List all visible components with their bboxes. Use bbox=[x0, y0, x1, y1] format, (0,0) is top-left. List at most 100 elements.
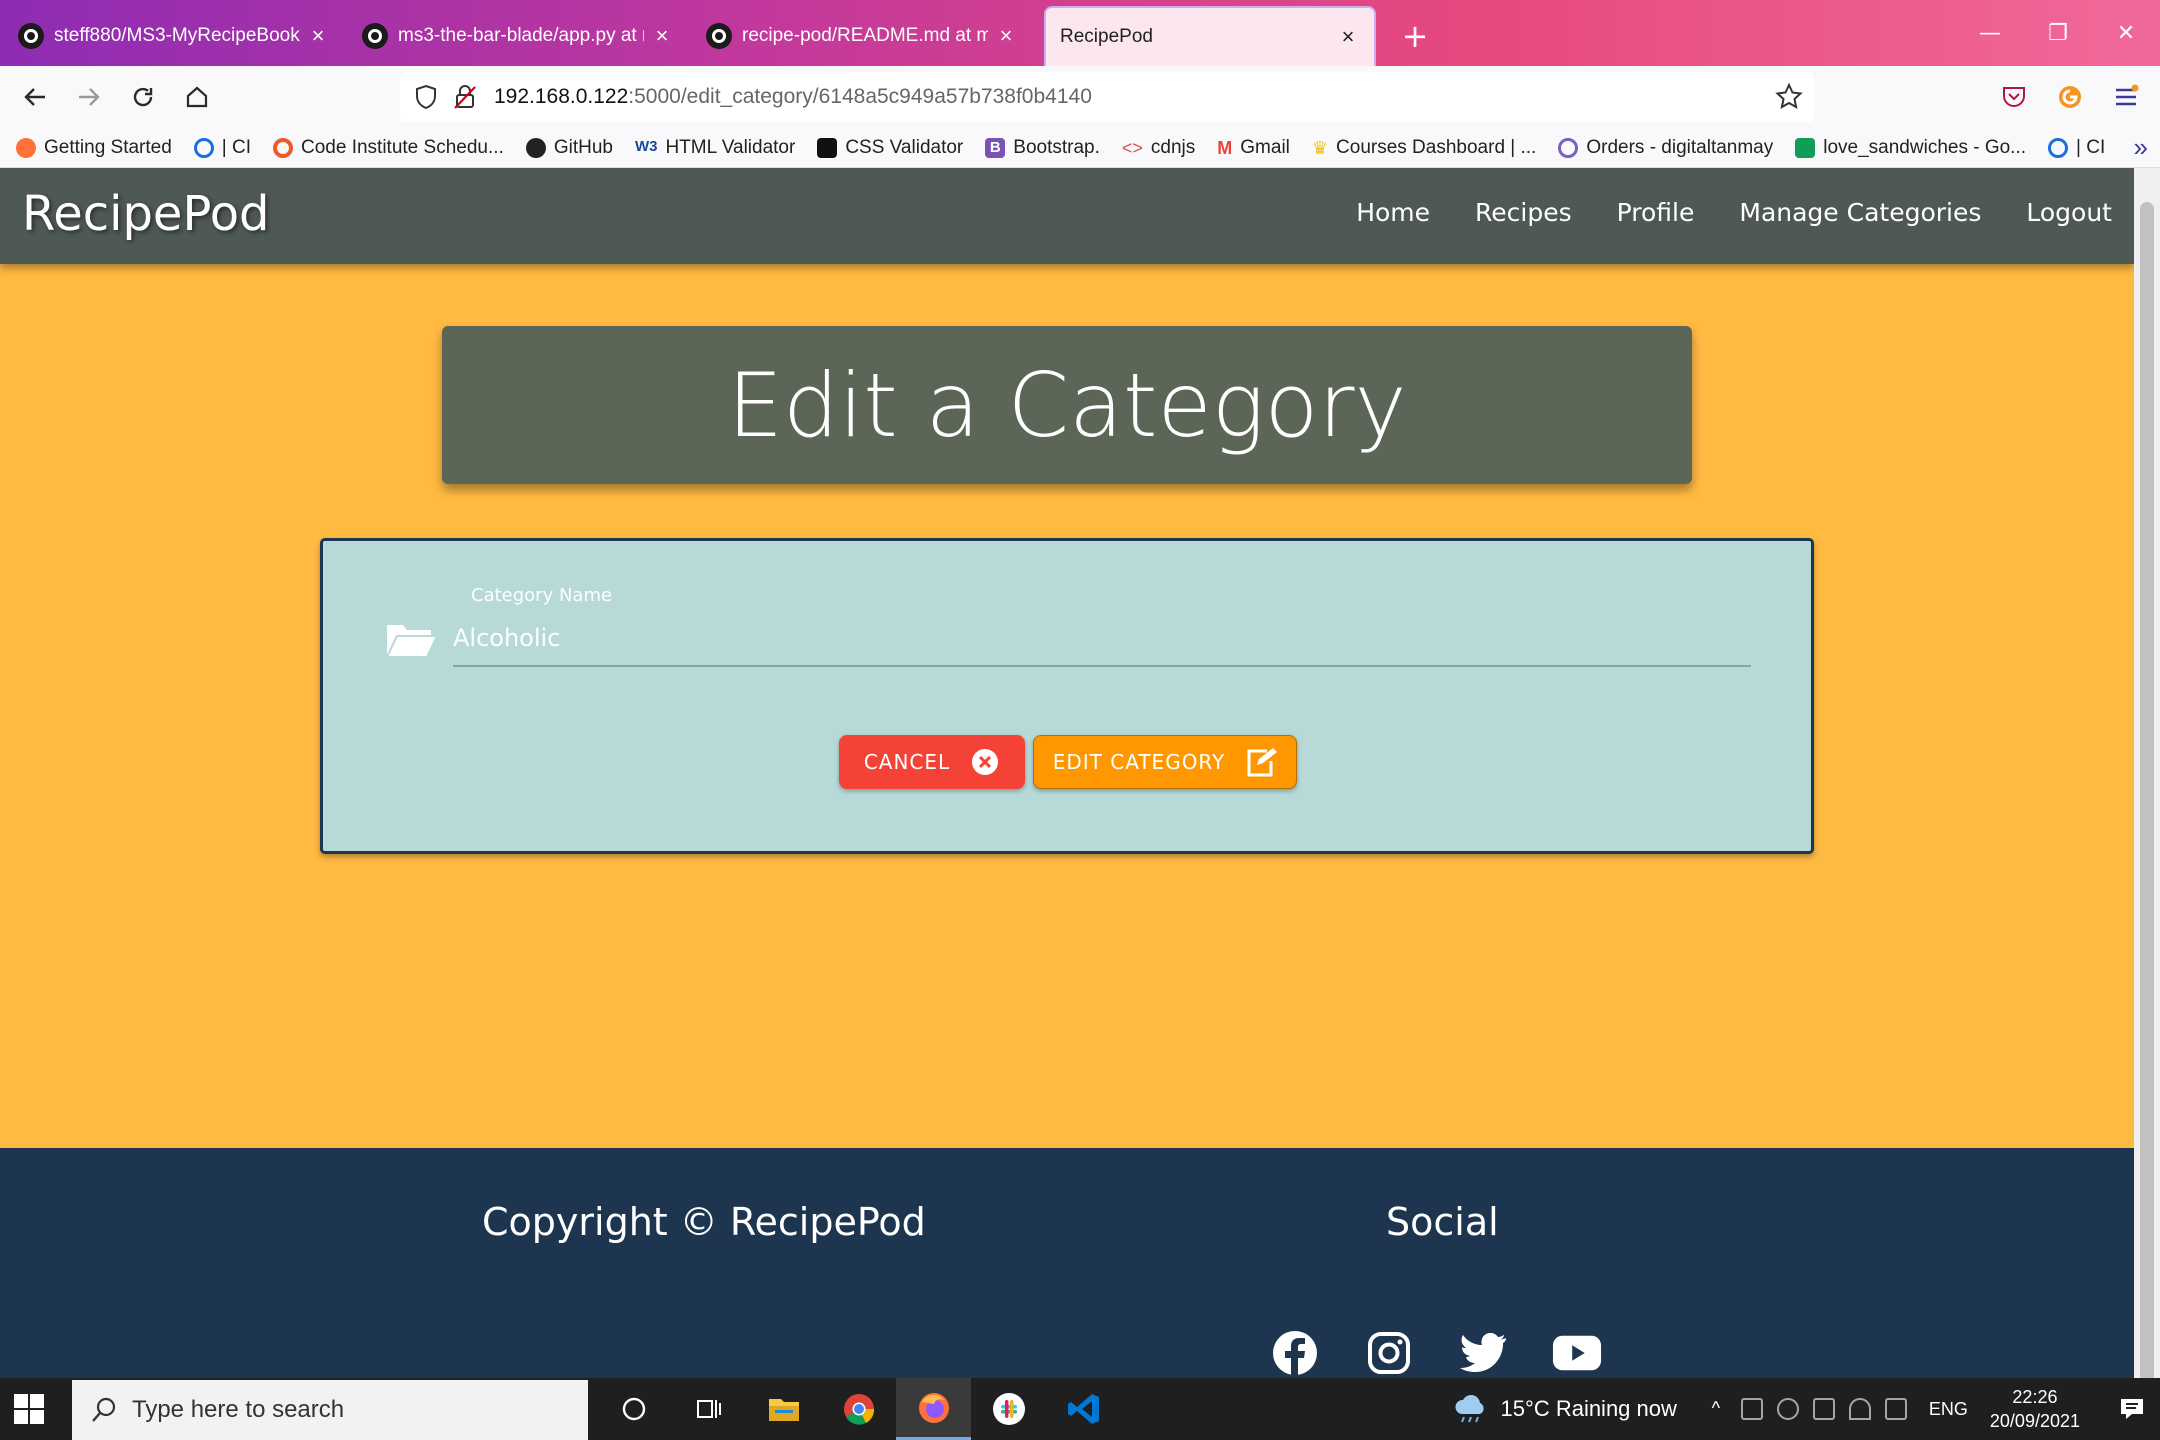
bookmark-label: Orders - digitaltanmay bbox=[1586, 136, 1774, 158]
bookmark-ci[interactable]: | CI bbox=[193, 137, 251, 159]
close-icon[interactable]: × bbox=[994, 23, 1018, 49]
tab-recipepod[interactable]: RecipePod × bbox=[1044, 6, 1376, 66]
nav-logout[interactable]: Logout bbox=[2026, 198, 2112, 227]
more-bookmarks-icon[interactable]: » bbox=[2134, 132, 2148, 163]
cancel-button[interactable]: CANCEL bbox=[839, 735, 1025, 789]
tab-bar-blade[interactable]: ms3-the-bar-blade/app.py at m × bbox=[348, 6, 688, 66]
bookmark-label: HTML Validator bbox=[665, 136, 796, 158]
chrome-icon[interactable] bbox=[821, 1378, 896, 1440]
nav-menu: Home Recipes Profile Manage Categories L… bbox=[1356, 198, 2112, 227]
bookmark-label: GitHub bbox=[553, 136, 613, 158]
bookmark-bootstrap[interactable]: B Bootstrap. bbox=[985, 137, 1100, 159]
code-institute-icon bbox=[273, 137, 294, 158]
bookmark-courses-dashboard[interactable]: ♛ Courses Dashboard | ... bbox=[1312, 137, 1536, 159]
github-icon bbox=[525, 137, 546, 158]
taskbar-search[interactable]: Type here to search bbox=[72, 1380, 588, 1440]
new-tab-button[interactable]: + bbox=[1390, 6, 1440, 66]
nav-manage-categories[interactable]: Manage Categories bbox=[1739, 198, 1981, 227]
bookmark-cdnjs[interactable]: <> cdnjs bbox=[1122, 137, 1195, 159]
wifi-icon[interactable] bbox=[1848, 1398, 1871, 1420]
search-icon bbox=[92, 1397, 116, 1422]
chevron-up-icon[interactable]: ^ bbox=[1705, 1398, 1727, 1420]
extension-icon[interactable] bbox=[2046, 72, 2094, 122]
code-brackets-icon: <> bbox=[1121, 137, 1143, 158]
meet-now-icon[interactable] bbox=[1740, 1398, 1763, 1420]
home-icon[interactable] bbox=[170, 70, 224, 124]
bookmark-getting-started[interactable]: Getting Started bbox=[16, 137, 172, 159]
bookmark-orders-digitaltanmay[interactable]: Orders - digitaltanmay bbox=[1558, 137, 1773, 159]
windows-start-icon[interactable] bbox=[12, 1392, 46, 1426]
volume-icon[interactable] bbox=[1884, 1398, 1907, 1420]
gmail-icon: M bbox=[1217, 137, 1233, 158]
close-icon[interactable]: × bbox=[1336, 24, 1360, 50]
bookmark-gmail[interactable]: M Gmail bbox=[1217, 137, 1290, 159]
nav-home[interactable]: Home bbox=[1356, 198, 1430, 227]
vscode-icon[interactable] bbox=[1046, 1378, 1121, 1440]
page-scrollbar[interactable] bbox=[2134, 168, 2160, 1382]
youtube-icon[interactable] bbox=[1552, 1328, 1602, 1378]
file-explorer-icon[interactable] bbox=[746, 1378, 821, 1440]
back-icon[interactable] bbox=[8, 70, 62, 124]
shield-icon[interactable] bbox=[412, 83, 440, 111]
close-window-icon[interactable]: ✕ bbox=[2092, 0, 2160, 66]
nav-recipes[interactable]: Recipes bbox=[1475, 198, 1572, 227]
edit-icon bbox=[1247, 748, 1278, 777]
bookmark-label: CSS Validator bbox=[845, 136, 964, 158]
weather-widget[interactable]: 15°C Raining now bbox=[1453, 1394, 1677, 1424]
bookmark-label: Courses Dashboard | ... bbox=[1336, 136, 1537, 158]
bookmark-star-icon[interactable] bbox=[1774, 82, 1804, 112]
orders-icon bbox=[1558, 137, 1579, 158]
bookmark-css-validator[interactable]: CSS Validator bbox=[817, 137, 963, 159]
menu-icon[interactable] bbox=[2102, 72, 2150, 122]
reload-icon[interactable] bbox=[116, 70, 170, 124]
edit-category-form: Category Name CANCEL EDIT CATEGORY bbox=[320, 538, 1814, 854]
notifications-icon[interactable] bbox=[2104, 1396, 2160, 1422]
bookmark-html-validator[interactable]: W3 HTML Validator bbox=[635, 137, 795, 159]
close-icon[interactable]: × bbox=[306, 23, 330, 49]
sheets-icon bbox=[1795, 137, 1816, 158]
bookmarks-bar: Getting Started | CI Code Institute Sche… bbox=[0, 128, 2160, 168]
ci-icon bbox=[2048, 137, 2069, 158]
task-view-icon[interactable] bbox=[671, 1378, 746, 1440]
pocket-icon[interactable] bbox=[1990, 72, 2038, 122]
scrollbar-thumb[interactable] bbox=[2140, 202, 2154, 1382]
minimize-icon[interactable]: — bbox=[1956, 0, 2024, 66]
tab-title: RecipePod bbox=[1060, 26, 1153, 47]
restore-icon[interactable]: ❐ bbox=[2024, 0, 2092, 66]
slack-icon[interactable] bbox=[971, 1378, 1046, 1440]
language-indicator[interactable]: ENG bbox=[1929, 1399, 1968, 1420]
instagram-icon[interactable] bbox=[1364, 1328, 1414, 1378]
bookmark-github[interactable]: GitHub bbox=[525, 136, 613, 159]
bookmark-love-sandwiches[interactable]: love_sandwiches - Go... bbox=[1795, 137, 2026, 159]
forward-icon[interactable] bbox=[62, 70, 116, 124]
bookmark-ci-2[interactable]: | CI bbox=[2048, 137, 2105, 159]
battery-icon[interactable] bbox=[1812, 1398, 1835, 1420]
folder-open-icon bbox=[385, 625, 439, 658]
clock-time: 22:26 bbox=[2012, 1387, 2058, 1407]
cancel-button-label: CANCEL bbox=[863, 750, 951, 774]
bootstrap-icon: B bbox=[985, 137, 1006, 158]
tab-myrecipebook[interactable]: steff880/MS3-MyRecipeBook × bbox=[4, 6, 344, 66]
tab-recipe-pod-readme[interactable]: recipe-pod/README.md at mai × bbox=[692, 6, 1032, 66]
system-tray: 15°C Raining now ^ ENG 22:26 20/09/2021 bbox=[1453, 1378, 2160, 1440]
onedrive-icon[interactable] bbox=[1776, 1398, 1799, 1420]
category-name-input[interactable] bbox=[453, 611, 1751, 667]
social-links bbox=[1270, 1328, 1602, 1378]
edit-category-button[interactable]: EDIT CATEGORY bbox=[1033, 735, 1297, 789]
url-path: :5000/edit_category/6148a5c949a57b738f0b… bbox=[628, 85, 1092, 108]
brand-logo[interactable]: RecipePod bbox=[22, 186, 270, 242]
facebook-icon[interactable] bbox=[1270, 1328, 1320, 1378]
bookmark-label: Code Institute Schedu... bbox=[301, 136, 504, 158]
cortana-icon[interactable] bbox=[596, 1378, 671, 1440]
insecure-lock-icon[interactable] bbox=[452, 83, 478, 111]
browser-toolbar: 192.168.0.122:5000/edit_category/6148a5c… bbox=[0, 66, 2160, 128]
twitter-icon[interactable] bbox=[1458, 1328, 1508, 1378]
taskbar-apps bbox=[596, 1378, 1121, 1440]
address-bar[interactable]: 192.168.0.122:5000/edit_category/6148a5c… bbox=[400, 72, 1814, 122]
nav-profile[interactable]: Profile bbox=[1617, 198, 1695, 227]
close-icon[interactable]: × bbox=[650, 23, 674, 49]
firefox-icon[interactable] bbox=[896, 1378, 971, 1440]
bookmark-code-institute-schedule[interactable]: Code Institute Schedu... bbox=[273, 137, 504, 159]
page-heading-box: Edit a Category bbox=[442, 326, 1692, 484]
clock[interactable]: 22:26 20/09/2021 bbox=[1990, 1385, 2080, 1433]
